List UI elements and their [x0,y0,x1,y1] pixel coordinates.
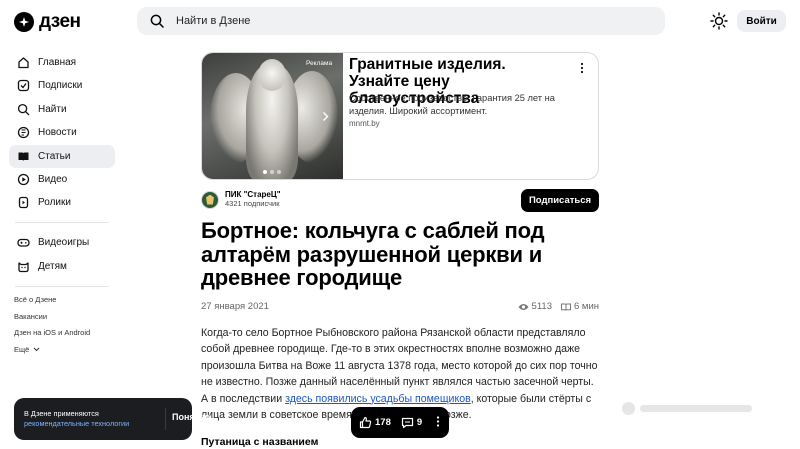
likes-count: 178 [375,417,391,428]
article-subheading: Путаница с названием [201,436,319,448]
top-bar: дзен Войти [0,0,800,42]
sidebar-item-videogames[interactable]: Видеоигры [9,231,115,254]
search-icon [17,103,30,116]
channel-subscribers: 4321 подписчик [225,199,280,208]
notice-link[interactable]: рекомендательные технологии [24,419,129,428]
ad-description: Собственное производство. Гарантия 25 ле… [349,93,555,116]
sidebar-item-label: Главная [38,57,77,68]
theme-toggle-icon[interactable] [710,12,728,30]
chevron-down-icon [34,347,40,352]
sidebar-item-articles[interactable]: Статьи [9,144,115,168]
sidebar-item-label: Подписки [38,80,83,92]
carousel-dots [263,170,281,174]
subscriptions-icon [17,80,30,92]
logo-text: дзен [39,11,81,32]
recommendation-notice: В Дзене применяются рекомендательные тех… [14,398,210,440]
sidebar-item-label: Найти [38,103,67,115]
channel-info[interactable]: ПИК "СтареЦ" 4321 подписчик [201,190,281,209]
search-bar[interactable] [137,7,665,35]
sidebar-item-label: Детям [38,260,67,272]
article-inline-link[interactable]: здесь появились усадьбы помещиков [285,393,471,405]
loading-placeholder [622,402,752,416]
sidebar-item-label: Видеоигры [38,237,90,249]
article-action-bar: 178 9 [351,407,449,438]
sidebar-item-label: Видео [38,173,68,185]
angel-head [258,59,286,91]
shorts-icon [18,197,29,209]
footer-more-label: Ещё [14,344,30,354]
sidebar-item-label: Ролики [38,197,71,209]
views-count: 5113 [518,301,552,312]
sidebar-item-label: Статьи [38,150,71,162]
video-icon [17,173,30,186]
notice-message: В Дзене применяются [24,409,99,418]
comments-count: 9 [416,417,423,428]
footer-link-apps[interactable]: Дзен на iOS и Android [14,325,90,342]
article-date: 27 января 2021 [201,301,269,312]
sidebar-divider [15,285,109,287]
notice-divider [165,408,166,430]
sidebar-item-shorts[interactable]: Ролики [9,191,115,214]
views-value: 5113 [531,301,552,312]
sidebar-item-video[interactable]: Видео [9,168,115,191]
avatar[interactable] [201,190,219,209]
thumbs-up-icon [359,416,372,429]
ad-domain: mnmt.by [349,119,380,128]
ad-card[interactable]: Реклама Гранитные изделия. Узнайте цену … [201,52,599,180]
more-vertical-icon[interactable] [434,415,442,431]
sidebar-item-subscriptions[interactable]: Подписки [9,74,115,97]
sidebar-item-label: Новости [38,127,77,139]
sidebar-item-news[interactable]: Новости [9,121,115,144]
chevron-right-icon[interactable] [320,111,331,122]
news-icon [17,127,30,139]
eye-icon [518,303,529,310]
comment-icon [401,417,413,428]
home-icon [18,57,29,69]
ad-image-angel-statue[interactable]: Реклама [202,53,343,179]
ad-badge: Реклама [306,60,333,67]
kids-icon [18,262,29,272]
notice-text: В Дзене применяются рекомендательные тех… [24,409,164,429]
search-input[interactable] [176,15,596,27]
sidebar-item-kids[interactable]: Детям [9,255,115,278]
placeholder-circle [622,402,635,415]
more-vertical-icon[interactable] [575,61,589,75]
sidebar-footer-links: Всё о Дзене Вакансии Дзен на iOS и Andro… [14,292,90,358]
footer-link-more[interactable]: Ещё [14,342,90,359]
article-title: Бортное: кольчуга с саблей под алтарём р… [201,218,545,290]
read-time-value: 6 мин [573,301,599,312]
comments-button[interactable]: 9 [401,417,422,429]
articles-icon [18,152,29,161]
notice-accept-button[interactable]: Понятно [172,412,210,422]
footer-link-jobs[interactable]: Вакансии [14,309,90,326]
dzen-logo-icon [14,12,34,32]
search-icon [150,14,164,28]
login-button[interactable]: Войти [737,10,786,32]
like-button[interactable]: 178 [359,416,391,429]
dzen-logo[interactable]: дзен [14,11,81,33]
channel-name[interactable]: ПИК "СтареЦ" [225,190,281,199]
gamepad-icon [17,239,30,247]
read-time: 6 мин [560,301,599,312]
book-icon [560,303,571,311]
placeholder-line [640,405,752,412]
sidebar-item-home[interactable]: Главная [9,51,115,74]
footer-link-about[interactable]: Всё о Дзене [14,292,90,309]
sidebar-divider [15,222,109,224]
sidebar: Главная Подписки Найти Новости Статьи Ви… [9,51,115,295]
subscribe-button[interactable]: Подписаться [521,189,599,212]
sidebar-item-search[interactable]: Найти [9,98,115,121]
